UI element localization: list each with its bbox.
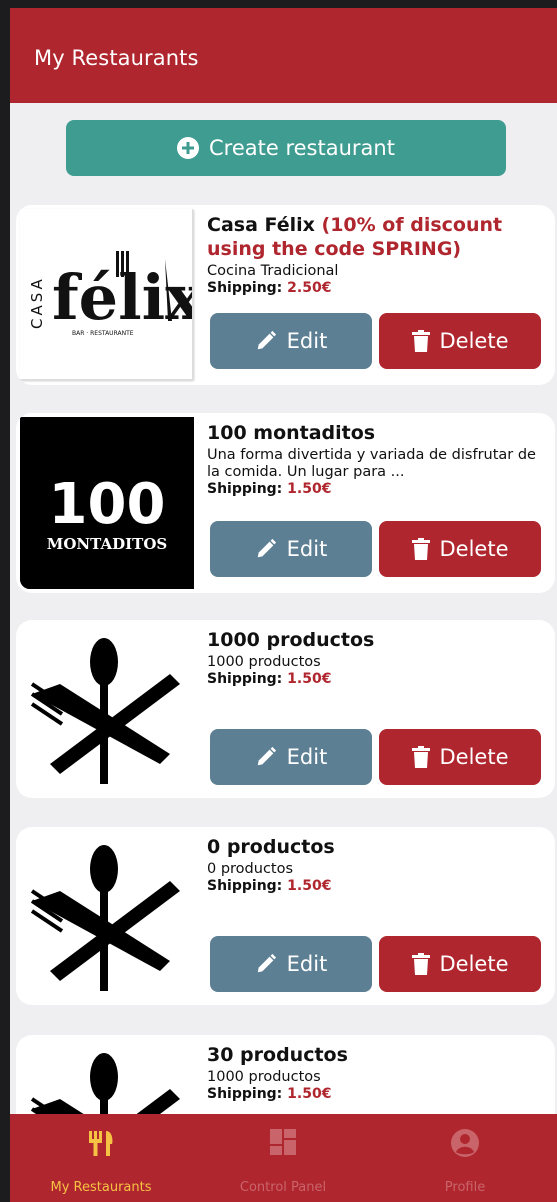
trash-icon [411,746,430,768]
restaurant-card[interactable]: 100 MONTADITOS 100 montaditos Una forma … [16,413,555,593]
utensils-icon [89,1131,113,1156]
tab-my-restaurants[interactable]: My Restaurants [10,1114,192,1202]
shipping-price: 2.50€ [287,280,332,296]
restaurant-name: 30 productos [207,1044,348,1066]
restaurant-description: 1000 productos [207,654,321,670]
restaurant-description: Cocina Tradicional [207,263,339,279]
page-title: My Restaurants [34,46,199,70]
shipping-label: Shipping: [207,1086,283,1102]
shipping-label: Shipping: [207,280,283,296]
cutlery-icon [30,845,180,991]
shipping-price: 1.50€ [287,1086,332,1102]
edit-label: Edit [286,329,328,353]
edit-button[interactable]: Edit [210,729,372,785]
delete-button[interactable]: Delete [379,313,541,369]
restaurant-info: 100 montaditos Una forma divertida y var… [207,421,547,498]
delete-label: Delete [439,537,509,561]
restaurant-card[interactable]: CASA félix BAR · RESTAURANTE Casa Félix … [16,205,555,385]
edit-button[interactable]: Edit [210,313,372,369]
shipping-info: Shipping: 1.50€ [207,671,547,688]
shipping-label: Shipping: [207,481,283,497]
create-restaurant-button[interactable]: Create restaurant [66,120,506,176]
trash-icon [411,330,430,352]
logo-number-text: 100 [49,472,166,537]
logo-subtitle-text: BAR · RESTAURANTE [72,330,134,337]
bottom-tab-bar: My Restaurants Control Panel Profile [10,1114,557,1202]
restaurant-description: 0 productos [207,861,294,877]
restaurant-card[interactable]: 0 productos 0 productos Shipping: 1.50€ … [16,827,555,1005]
restaurant-info: 0 productos 0 productos Shipping: 1.50€ [207,835,547,895]
plus-circle-icon [177,137,200,159]
delete-button[interactable]: Delete [379,521,541,577]
restaurant-logo: CASA félix BAR · RESTAURANTE [20,209,193,380]
logo-casa-text: CASA [28,276,46,329]
restaurant-info: 1000 productos 1000 productos Shipping: … [207,628,547,688]
restaurant-name-line: Casa Félix (10% of discount using the co… [207,213,547,261]
shipping-info: Shipping: 1.50€ [207,1086,547,1103]
restaurant-name-line: 30 productos [207,1043,547,1067]
delete-button[interactable]: Delete [379,729,541,785]
shipping-price: 1.50€ [287,671,332,687]
restaurant-logo [20,624,194,796]
shipping-price: 1.50€ [287,878,332,894]
restaurant-logo [20,831,194,1003]
tab-control-panel[interactable]: Control Panel [192,1114,374,1202]
tab-label: My Restaurants [50,1180,152,1195]
restaurant-description: Una forma divertida y variada de disfrut… [207,447,536,480]
logo-word-text: MONTADITOS [47,535,167,553]
restaurant-name: 1000 productos [207,629,375,651]
restaurant-name-line: 0 productos [207,835,547,859]
app-header: My Restaurants [10,8,557,103]
user-circle-icon [451,1129,479,1157]
pencil-icon [257,538,276,558]
shipping-label: Shipping: [207,878,283,894]
shipping-price: 1.50€ [287,481,332,497]
trash-icon [411,953,430,975]
restaurant-card[interactable]: 1000 productos 1000 productos Shipping: … [16,620,555,798]
restaurant-description: 1000 productos [207,1069,321,1085]
app-screen: My Restaurants Create restaurant CASA fé… [10,8,557,1202]
restaurant-name: 0 productos [207,836,335,858]
restaurant-info: 30 productos 1000 productos Shipping: 1.… [207,1043,547,1103]
edit-label: Edit [286,745,328,769]
trash-icon [411,538,430,560]
shipping-info: Shipping: 1.50€ [207,481,547,498]
restaurant-name-line: 1000 productos [207,628,547,652]
delete-button[interactable]: Delete [379,936,541,992]
shipping-label: Shipping: [207,671,283,687]
tab-label: Profile [444,1180,486,1195]
edit-button[interactable]: Edit [210,936,372,992]
shipping-info: Shipping: 2.50€ [207,280,547,297]
edit-label: Edit [286,952,328,976]
pencil-icon [257,746,276,766]
tab-label: Control Panel [239,1180,327,1195]
delete-label: Delete [439,745,509,769]
edit-label: Edit [286,537,328,561]
shipping-info: Shipping: 1.50€ [207,878,547,895]
restaurant-name: Casa Félix [207,214,315,236]
delete-label: Delete [439,329,509,353]
pencil-icon [257,330,276,350]
create-restaurant-label: Create restaurant [209,136,395,160]
edit-button[interactable]: Edit [210,521,372,577]
pencil-icon [257,953,276,973]
restaurant-name-line: 100 montaditos [207,421,547,445]
cutlery-icon [30,638,180,784]
delete-label: Delete [439,952,509,976]
tab-profile[interactable]: Profile [374,1114,556,1202]
restaurant-logo: 100 MONTADITOS [20,417,194,589]
restaurant-name: 100 montaditos [207,422,376,444]
dashboard-icon [270,1129,296,1155]
restaurant-info: Casa Félix (10% of discount using the co… [207,213,547,297]
